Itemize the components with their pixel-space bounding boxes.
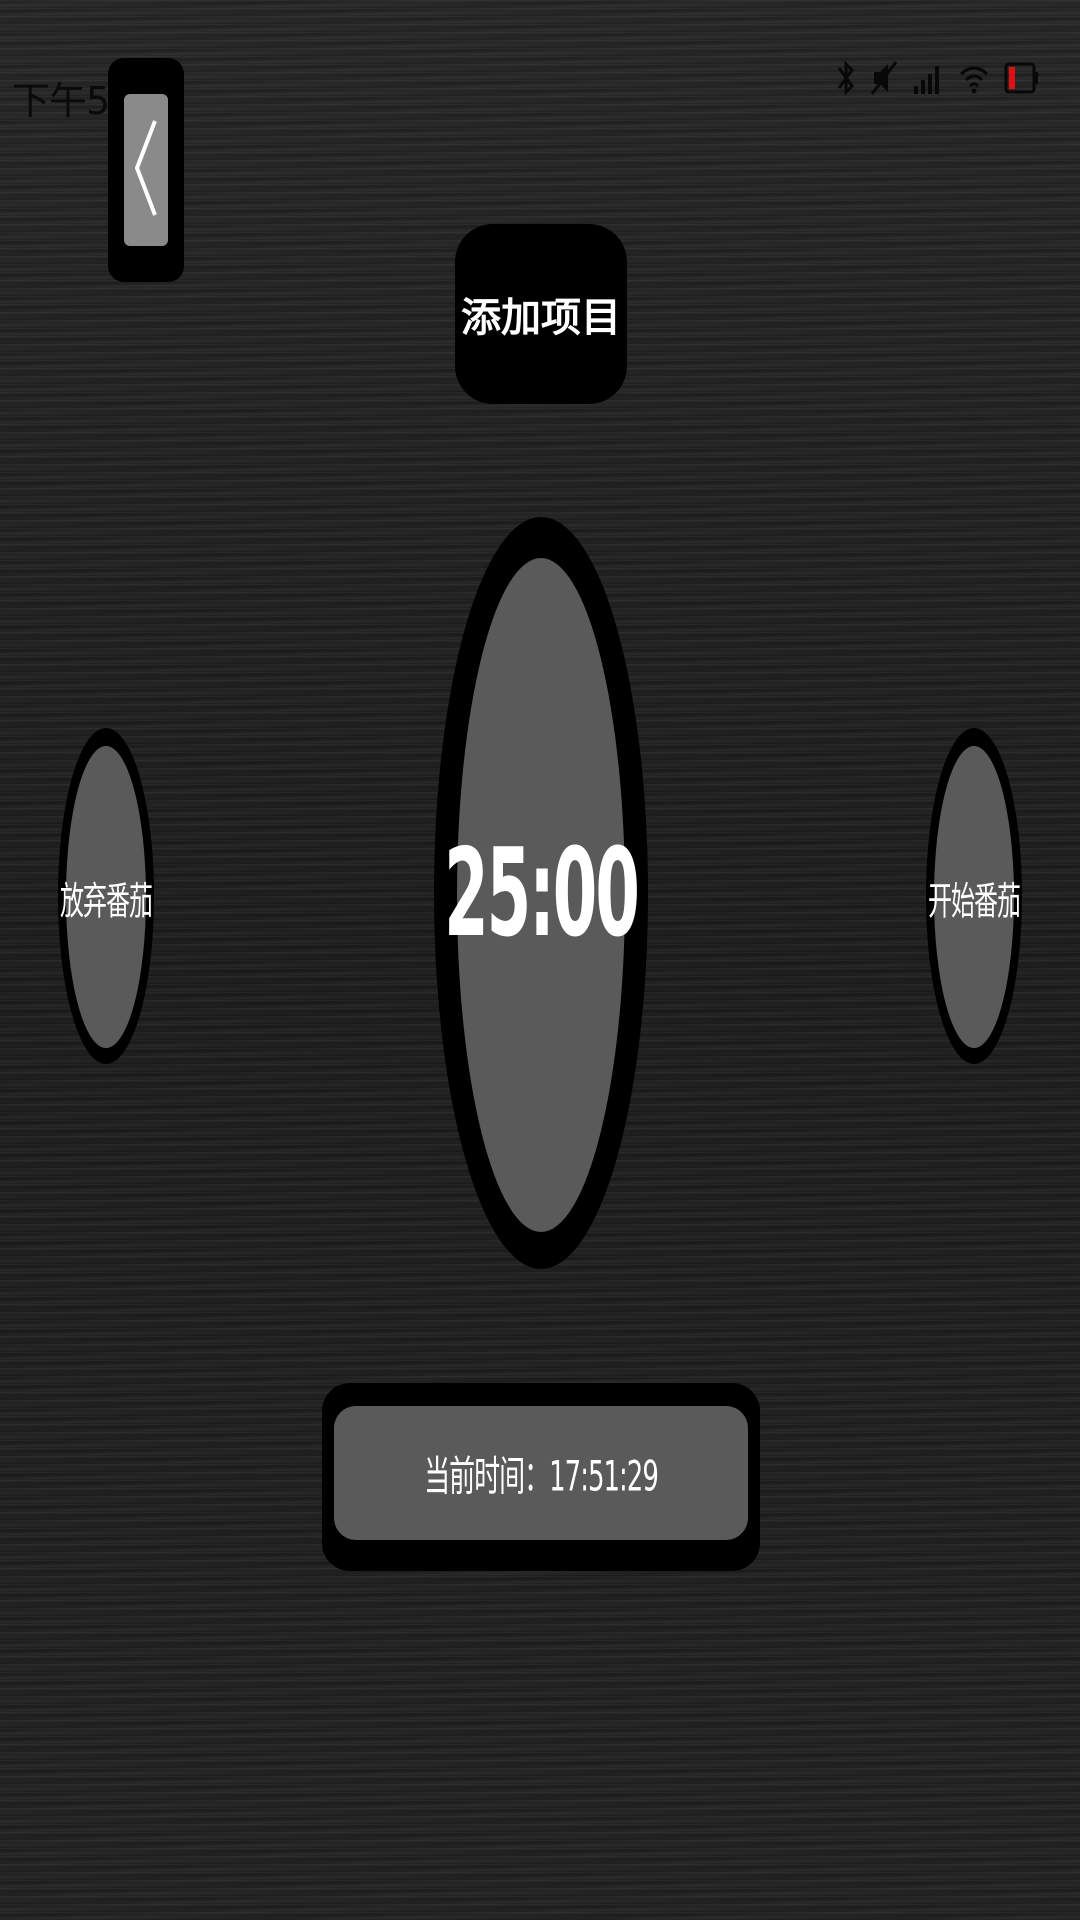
current-time-label: 当前时间：17:51:29 [424,1453,659,1501]
chevron-left-icon [131,113,161,227]
wifi-icon [958,58,990,98]
timer-face: 25:00 [444,558,640,1232]
mute-icon [870,58,898,98]
abandon-tomato-button[interactable]: 放弃番茄 [60,746,153,1048]
back-button[interactable] [108,58,184,282]
current-time-panel: 当前时间：17:51:29 [334,1406,748,1540]
timer-display: 25:00 [444,824,640,966]
start-tomato-button[interactable]: 开始番茄 [928,746,1021,1048]
signal-icon [912,58,944,98]
add-project-button[interactable]: 添加项目 [455,224,627,404]
status-icons [836,58,1040,98]
back-button-face [124,94,168,246]
battery-icon [1004,58,1040,98]
start-tomato-label: 开始番茄 [928,878,1021,924]
bluetooth-icon [836,58,856,98]
abandon-tomato-label: 放弃番茄 [60,878,153,924]
